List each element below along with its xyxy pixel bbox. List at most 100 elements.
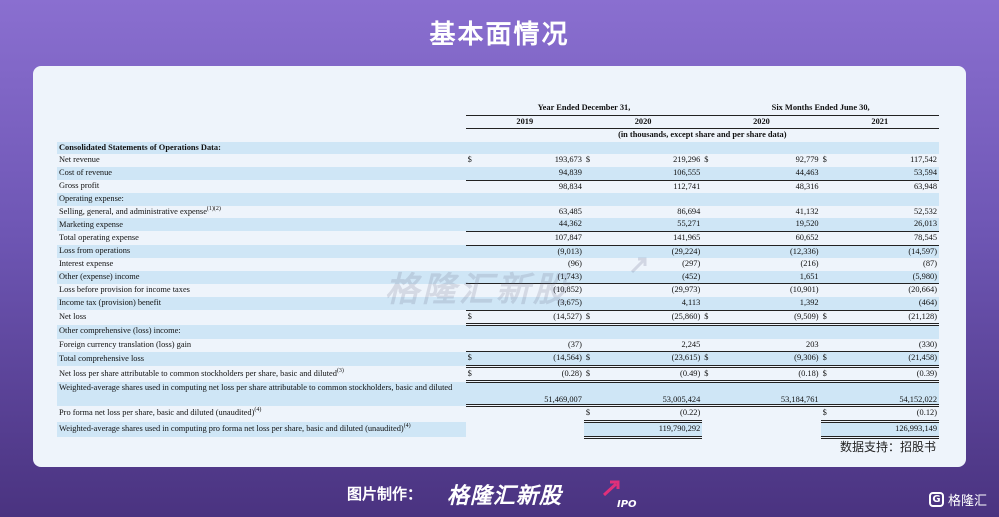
year-2020-h1: 2020 bbox=[702, 115, 821, 130]
value-cell: 63,485 bbox=[558, 206, 582, 216]
value-cell: (37) bbox=[479, 338, 584, 353]
table-row: Marketing expense 44,362 55,271 19,520 26,01… bbox=[57, 218, 939, 232]
value-cell: 98,834 bbox=[558, 181, 582, 191]
value-cell bbox=[598, 141, 703, 155]
row-label-text: Interest expense bbox=[59, 259, 114, 269]
row-label: Loss from operations bbox=[57, 245, 466, 259]
currency-cell bbox=[583, 218, 599, 232]
row-label: Net loss per share attributable to commo… bbox=[57, 366, 466, 382]
row-label-text: Total operating expense bbox=[59, 232, 139, 242]
value-cell bbox=[479, 141, 584, 155]
value-cell: (10,852) bbox=[553, 285, 582, 295]
year-2021-h1: 2021 bbox=[820, 115, 939, 130]
value-cell: 1,392 bbox=[716, 296, 821, 311]
value-cell: (96) bbox=[567, 259, 582, 269]
value-cell: (0.49) bbox=[598, 366, 703, 384]
value-cell: 112,741 bbox=[673, 181, 701, 191]
currency-cell: $ bbox=[822, 155, 827, 165]
value-cell: (25,860) bbox=[598, 310, 703, 327]
currency-cell bbox=[821, 180, 835, 193]
value-cell: (1,743) bbox=[479, 270, 584, 285]
value-cell: 1,651 bbox=[716, 270, 821, 285]
currency-cell bbox=[465, 324, 480, 339]
value-cell: 193,673 bbox=[554, 155, 582, 165]
row-label-text: Net revenue bbox=[59, 155, 100, 165]
footnote-ref: (4) bbox=[254, 407, 262, 414]
value-cell: 52,532 bbox=[913, 206, 937, 216]
currency-cell bbox=[820, 381, 835, 408]
currency-cell bbox=[820, 296, 835, 311]
currency-cell bbox=[702, 193, 717, 206]
currency-cell bbox=[465, 296, 480, 311]
currency-cell bbox=[820, 231, 835, 246]
table-row: Cost of revenue 94,839 106,555 44,463 53,594 bbox=[57, 166, 939, 181]
table-row: Selling, general, and administrative exp… bbox=[57, 206, 939, 219]
currency-cell bbox=[821, 284, 835, 297]
currency-cell bbox=[583, 166, 599, 181]
page-title: 基本面情况 bbox=[429, 20, 570, 50]
currency-cell: $ bbox=[702, 351, 717, 368]
footnote-ref: (3) bbox=[336, 368, 344, 375]
row-label-text: Net loss bbox=[59, 312, 87, 321]
currency-cell bbox=[465, 166, 480, 181]
value-cell: (0.18) bbox=[716, 366, 821, 384]
value-cell bbox=[479, 324, 584, 339]
currency-cell: $ bbox=[465, 351, 480, 368]
row-label-text: Loss before provision for income taxes bbox=[59, 285, 190, 295]
value-cell: (29,973) bbox=[671, 285, 701, 295]
year-2020: 2020 bbox=[583, 115, 703, 130]
value-cell bbox=[834, 193, 939, 206]
currency-cell: $ bbox=[702, 310, 717, 327]
currency-cell bbox=[465, 245, 480, 259]
value-cell: 19,520 bbox=[716, 218, 821, 232]
currency-cell bbox=[583, 421, 599, 439]
currency-cell bbox=[466, 180, 480, 193]
value-cell: (9,509) bbox=[716, 310, 821, 327]
units-note: (in thousands, except share and per shar… bbox=[618, 130, 787, 140]
table-row: Total comprehensive loss $ (14,564) $ (23,61… bbox=[57, 351, 939, 368]
value-cell: 53,594 bbox=[834, 166, 939, 181]
row-label-text: Income tax (provision) benefit bbox=[59, 298, 162, 308]
content-card: Year Ended December 31, Six Months Ended… bbox=[33, 66, 966, 467]
value-cell: (0.22) bbox=[598, 405, 703, 424]
row-label: Net loss bbox=[57, 310, 466, 325]
currency-cell bbox=[702, 296, 717, 311]
currency-cell bbox=[465, 231, 480, 246]
year-2019: 2019 bbox=[465, 115, 584, 130]
value-cell: 2,245 bbox=[598, 338, 703, 353]
row-label: Weighted-average shares used in computin… bbox=[57, 421, 466, 438]
table-row: Net revenue $193,673 $219,296 $92,779 $117,5… bbox=[57, 154, 939, 167]
row-label: Other comprehensive (loss) income: bbox=[57, 324, 466, 339]
value-cell: (0.28) bbox=[479, 366, 584, 384]
value-cell: 106,555 bbox=[598, 166, 703, 181]
value-cell: 119,790,292 bbox=[598, 421, 703, 439]
currency-cell bbox=[702, 231, 717, 246]
value-cell: 203 bbox=[716, 338, 821, 353]
currency-cell bbox=[702, 141, 717, 155]
value-cell bbox=[598, 193, 703, 206]
currency-cell: $ bbox=[820, 310, 835, 327]
value-cell: (12,336) bbox=[716, 245, 821, 259]
row-label: Income tax (provision) benefit bbox=[57, 296, 466, 310]
currency-cell: $ bbox=[583, 310, 599, 327]
table-row: Loss from operations (9,013) (29,224) (12,3… bbox=[57, 245, 939, 259]
value-cell bbox=[834, 324, 939, 339]
value-cell: 54,152,022 bbox=[834, 381, 939, 408]
currency-cell bbox=[583, 381, 599, 408]
value-cell bbox=[716, 406, 820, 422]
row-label: Total comprehensive loss bbox=[57, 351, 466, 367]
footer-brand-sub: IPO bbox=[617, 499, 637, 510]
value-cell bbox=[479, 193, 584, 206]
currency-cell bbox=[702, 258, 716, 271]
row-label: Weighted-average shares used in computin… bbox=[57, 381, 466, 406]
currency-cell bbox=[583, 270, 599, 285]
currency-cell bbox=[820, 218, 835, 232]
value-cell: (5,980) bbox=[834, 270, 939, 285]
table-row: Income tax (provision) benefit (3,675) 4,1… bbox=[57, 296, 939, 311]
logo-g-icon: G bbox=[928, 492, 944, 507]
currency-cell bbox=[584, 284, 598, 297]
currency-cell bbox=[466, 258, 480, 271]
value-cell: 86,694 bbox=[677, 206, 701, 216]
value-cell bbox=[834, 141, 939, 155]
value-cell: (3,675) bbox=[479, 296, 584, 311]
